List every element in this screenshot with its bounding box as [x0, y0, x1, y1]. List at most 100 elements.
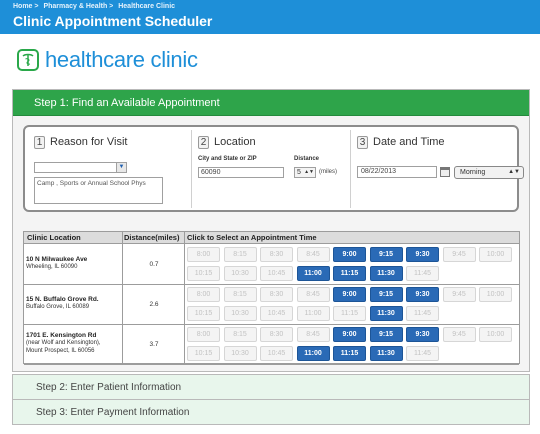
brand-logo: healthcare clinic — [17, 46, 198, 74]
clinic-address-line: Buffalo Grove, IL 60089 — [26, 304, 90, 310]
chevron-updown-icon: ▲▼ — [508, 169, 520, 175]
time-slot-button[interactable]: 9:00 — [333, 327, 366, 342]
breadcrumb-home-link[interactable]: Home > — [13, 3, 38, 10]
clinic-address-line: (near Wolf and Kensington), — [26, 340, 101, 346]
clinic-address-line: Wheeling, IL 60090 — [26, 264, 78, 270]
brand-logo-text: healthcare clinic — [45, 47, 198, 72]
clinic-distance: 2.6 — [149, 301, 159, 308]
time-slot-button[interactable]: 9:15 — [369, 287, 403, 302]
time-slot-unavailable: 11:45 — [406, 306, 439, 321]
step1-panel: Step 1: Find an Available Appointment 1 … — [12, 89, 530, 372]
location-label: Location — [214, 136, 256, 148]
time-slot-unavailable: 10:15 — [187, 306, 220, 321]
calendar-icon[interactable] — [440, 167, 450, 177]
time-slot-unavailable: 11:15 — [333, 306, 366, 321]
time-slot-button[interactable]: 11:15 — [333, 346, 366, 361]
time-slot-unavailable: 10:30 — [223, 306, 257, 321]
col-header-distance: Distance(miles) — [124, 233, 180, 242]
time-slot-unavailable: 11:45 — [406, 346, 439, 361]
time-slot-unavailable: 8:00 — [187, 327, 220, 342]
distance-label: Distance — [294, 156, 320, 162]
appointment-grid: Clinic Location Distance(miles) Click to… — [23, 231, 520, 365]
time-slot-button[interactable]: 11:30 — [369, 346, 403, 361]
table-row: 1701 E. Kensington Rd (near Wolf and Kens… — [24, 325, 519, 365]
page-title: Clinic Appointment Scheduler — [13, 13, 213, 29]
step1-header[interactable]: Step 1: Find an Available Appointment — [13, 90, 529, 116]
reason-select[interactable]: ▼ — [34, 162, 127, 173]
time-slot-button[interactable]: 11:00 — [296, 266, 330, 281]
step-number-badge: 1 — [34, 135, 45, 149]
step-number-badge: 3 — [357, 135, 368, 149]
time-slot-unavailable: 10:45 — [260, 346, 293, 361]
time-slot-unavailable: 8:00 — [187, 287, 220, 302]
time-slot-button[interactable]: 9:30 — [406, 327, 439, 342]
step2-title: Step 2: Enter Patient Information — [36, 382, 182, 393]
time-slot-button[interactable]: 9:30 — [406, 287, 439, 302]
search-form: 1 Reason for Visit ▼ Camp , Sports or An… — [23, 125, 524, 212]
time-slot-button[interactable]: 9:30 — [406, 247, 439, 262]
time-of-day-value: Morning — [460, 169, 486, 176]
breadcrumb-current[interactable]: Healthcare Clinic — [118, 3, 175, 10]
date-input[interactable]: 08/22/2013 — [357, 166, 437, 178]
time-slot-button[interactable]: 9:15 — [369, 327, 403, 342]
time-slot-button[interactable]: 9:00 — [333, 287, 366, 302]
time-slot-unavailable: 10:00 — [479, 327, 512, 342]
table-row: 15 N. Buffalo Grove Rd. Buffalo Grove, IL… — [24, 285, 519, 325]
breadcrumb-pharmacy-link[interactable]: Pharmacy & Health > — [43, 3, 113, 10]
time-slot-unavailable: 9:45 — [442, 287, 476, 302]
time-slot-unavailable: 9:45 — [442, 247, 476, 262]
step3-title: Step 3: Enter Payment Information — [36, 407, 190, 418]
distance-select-value: 5 — [297, 169, 301, 176]
time-slot-unavailable: 10:30 — [223, 266, 257, 281]
location-section: 2 Location City and State or ZIP Distanc… — [191, 130, 339, 208]
datetime-section: 3 Date and Time 08/22/2013 Morning ▲▼ — [350, 130, 524, 208]
clinic-name: 1701 E. Kensington Rd — [26, 332, 97, 339]
time-slot-unavailable: 10:30 — [223, 346, 257, 361]
time-slot-unavailable: 11:45 — [406, 266, 439, 281]
time-slot-unavailable: 10:00 — [479, 287, 512, 302]
time-slot-button[interactable]: 11:30 — [369, 306, 403, 321]
datetime-label: Date and Time — [373, 136, 445, 148]
time-slot-unavailable: 8:45 — [296, 327, 330, 342]
time-slot-unavailable: 10:15 — [187, 346, 220, 361]
reason-section: 1 Reason for Visit ▼ Camp , Sports or An… — [34, 130, 182, 208]
time-slot-unavailable: 8:15 — [223, 247, 257, 262]
top-header-bar: Home > Pharmacy & Health > Healthcare Cl… — [0, 0, 540, 34]
clinic-address-line: Mount Prospect, IL 60056 — [26, 348, 95, 354]
time-slot-unavailable: 11:00 — [296, 306, 330, 321]
clinic-name: 15 N. Buffalo Grove Rd. — [26, 296, 99, 303]
chevron-down-icon[interactable]: ▼ — [116, 163, 126, 172]
city-zip-label: City and State or ZIP — [198, 156, 257, 162]
time-slot-button[interactable]: 9:15 — [369, 247, 403, 262]
time-slot-unavailable: 8:15 — [223, 327, 257, 342]
time-slot-button[interactable]: 11:00 — [296, 346, 330, 361]
time-of-day-select[interactable]: Morning ▲▼ — [454, 166, 524, 179]
step1-title: Step 1: Find an Available Appointment — [34, 97, 220, 109]
time-slot-unavailable: 8:15 — [223, 287, 257, 302]
chevron-updown-icon: ▲▼ — [304, 169, 314, 175]
caduceus-icon — [17, 49, 39, 71]
distance-select[interactable]: 5 ▲▼ — [294, 167, 316, 178]
clinic-distance: 0.7 — [149, 261, 159, 268]
time-slot-unavailable: 8:45 — [296, 287, 330, 302]
city-zip-input[interactable]: 60090 — [198, 167, 284, 178]
time-slot-unavailable: 8:30 — [260, 247, 293, 262]
time-slot-button[interactable]: 11:15 — [333, 266, 366, 281]
reason-description[interactable]: Camp , Sports or Annual School Phys — [34, 177, 163, 204]
time-slot-unavailable: 8:45 — [296, 247, 330, 262]
col-header-times: Click to Select an Appointment Time — [187, 233, 317, 242]
col-header-location: Clinic Location — [27, 233, 81, 242]
time-slot-unavailable: 8:30 — [260, 287, 293, 302]
time-slot-button[interactable]: 11:30 — [369, 266, 403, 281]
table-row: 10 N Milwaukee Ave Wheeling, IL 60090 0.7 8… — [24, 245, 519, 285]
reason-label: Reason for Visit — [50, 136, 128, 148]
breadcrumb: Home > Pharmacy & Health > Healthcare Cl… — [13, 3, 178, 10]
time-slot-unavailable: 9:45 — [442, 327, 476, 342]
step-number-badge: 2 — [198, 135, 209, 149]
step3-header[interactable]: Step 3: Enter Payment Information — [12, 399, 530, 425]
distance-unit: (miles) — [319, 169, 337, 175]
time-slot-button[interactable]: 9:00 — [333, 247, 366, 262]
time-slot-unavailable: 10:00 — [479, 247, 512, 262]
time-slot-unavailable: 10:15 — [187, 266, 220, 281]
step2-header[interactable]: Step 2: Enter Patient Information — [12, 374, 530, 400]
